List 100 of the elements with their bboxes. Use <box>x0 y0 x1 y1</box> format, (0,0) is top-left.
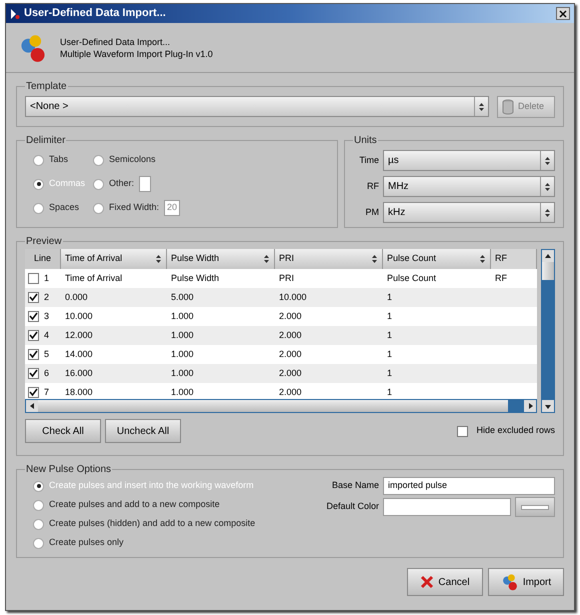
radio-button[interactable] <box>93 202 104 214</box>
table-cell: 2.000 <box>279 310 302 321</box>
unit-label: Time <box>358 154 379 167</box>
horizontal-scrollbar[interactable] <box>25 399 537 413</box>
table-cell: 1.000 <box>171 386 194 397</box>
column-header[interactable]: PRI <box>275 249 383 269</box>
unit-dropdown[interactable]: MHz <box>383 176 555 197</box>
table-cell: 1.000 <box>171 310 194 321</box>
line-number: 5 <box>44 348 50 361</box>
table-cell: 1 <box>387 330 392 340</box>
spinner-icon <box>544 154 551 166</box>
window-icon <box>10 8 20 20</box>
up-arrow-icon <box>545 254 551 258</box>
radio-label: Other: <box>109 177 134 190</box>
unit-label: RF <box>366 180 379 193</box>
table-cell: 2.000 <box>279 386 302 397</box>
table-cell: 1 <box>387 386 392 397</box>
color-field[interactable] <box>383 498 511 516</box>
scroll-thumb[interactable] <box>38 400 508 412</box>
table-row[interactable]: 6 16.000 1.000 2.000 1 <box>25 364 537 383</box>
checkbox[interactable] <box>28 368 39 379</box>
line-number: 2 <box>44 290 50 304</box>
table-cell: 16.000 <box>65 368 93 378</box>
line-number: 4 <box>44 328 50 342</box>
spinner-icon <box>155 253 162 265</box>
table-cell: 1.000 <box>171 368 194 378</box>
checkbox[interactable] <box>28 273 39 284</box>
table-cell: 1.000 <box>171 330 194 340</box>
radio-button[interactable] <box>33 480 44 492</box>
color-picker-button[interactable] <box>515 497 555 517</box>
table-cell: 10.000 <box>65 310 93 321</box>
radio-label: Tabs <box>49 153 68 166</box>
vertical-scrollbar[interactable] <box>541 249 555 413</box>
uncheck-all-button[interactable]: Uncheck All <box>105 419 181 443</box>
close-icon <box>420 575 434 589</box>
spinner-icon <box>263 253 270 265</box>
table-row[interactable]: 4 12.000 1.000 2.000 1 <box>25 326 537 345</box>
group-label: Units <box>353 134 378 148</box>
unit-label: PM <box>364 206 379 219</box>
radio-label: Create pulses (hidden) and add to a new composite <box>49 517 256 530</box>
radio-label: Fixed Width: <box>109 201 160 214</box>
radio-button[interactable] <box>93 178 104 190</box>
line-number: 6 <box>44 366 50 380</box>
field-label: Base Name <box>330 479 379 492</box>
checkbox[interactable] <box>28 311 39 322</box>
radio-label: Spaces <box>49 201 80 214</box>
scroll-thumb[interactable] <box>542 262 554 280</box>
checkbox[interactable] <box>28 292 39 303</box>
table-cell: 2.000 <box>279 330 302 340</box>
table-cell: 1 <box>387 292 392 302</box>
plugin-title: User-Defined Data Import... <box>60 36 172 48</box>
line-number: 3 <box>44 310 50 323</box>
import-button[interactable]: Import <box>488 568 564 596</box>
radio-label: Create pulses and add to a new composite <box>49 498 220 512</box>
window-title: User-Defined Data Import... <box>24 6 167 22</box>
table-cell: PRI <box>279 272 294 283</box>
spinner-icon <box>544 180 551 192</box>
table-cell: 2.000 <box>279 348 302 359</box>
cancel-button[interactable]: Cancel <box>407 568 483 596</box>
checkbox[interactable] <box>28 387 39 398</box>
table-cell: 1.000 <box>171 348 194 359</box>
template-dropdown[interactable]: <None > <box>25 96 489 117</box>
radio-button[interactable] <box>33 518 44 530</box>
radio-button[interactable] <box>93 154 104 166</box>
checkbox[interactable] <box>28 330 39 341</box>
database-icon <box>502 99 514 115</box>
down-arrow-icon <box>545 404 551 408</box>
spinner-icon <box>544 206 551 218</box>
column-header[interactable]: Pulse Count <box>383 249 491 269</box>
table-row[interactable]: 2 0.000 5.000 10.000 1 <box>25 288 537 307</box>
radio-button[interactable] <box>33 202 44 214</box>
table-cell: 2.000 <box>279 368 302 378</box>
right-arrow-icon <box>528 403 532 409</box>
table-cell: Pulse Count <box>387 272 436 283</box>
unit-dropdown[interactable]: kHz <box>383 202 555 223</box>
left-arrow-icon <box>30 403 34 409</box>
radio-button[interactable] <box>33 178 44 190</box>
column-header[interactable]: Time of Arrival <box>61 249 167 269</box>
text-field[interactable] <box>139 176 152 192</box>
radio-button[interactable] <box>33 538 44 548</box>
field-label: Default Color <box>325 500 379 514</box>
checkbox[interactable] <box>28 349 39 360</box>
plugin-version: Multiple Waveform Import Plug-In v1.0 <box>60 48 213 60</box>
group-label: Template <box>25 80 68 94</box>
plugin-icon <box>500 573 519 591</box>
checkbox[interactable] <box>457 426 468 436</box>
group-label: Delimiter <box>25 134 66 148</box>
spinner-icon <box>478 100 485 112</box>
close-button[interactable] <box>556 7 570 20</box>
checkbox-label: Hide excluded rows <box>476 424 555 438</box>
column-header[interactable]: Pulse Width <box>167 249 275 269</box>
unit-dropdown[interactable]: µs <box>383 150 555 171</box>
check-all-button[interactable]: Check All <box>25 419 101 443</box>
radio-button[interactable] <box>33 154 44 166</box>
spinner-icon <box>479 253 486 265</box>
base-name-field[interactable]: imported pulse <box>383 477 555 495</box>
table-cell: 18.000 <box>65 386 93 397</box>
radio-button[interactable] <box>33 500 44 510</box>
table-cell: 0.000 <box>65 292 88 302</box>
table-cell: 10.000 <box>279 292 307 302</box>
